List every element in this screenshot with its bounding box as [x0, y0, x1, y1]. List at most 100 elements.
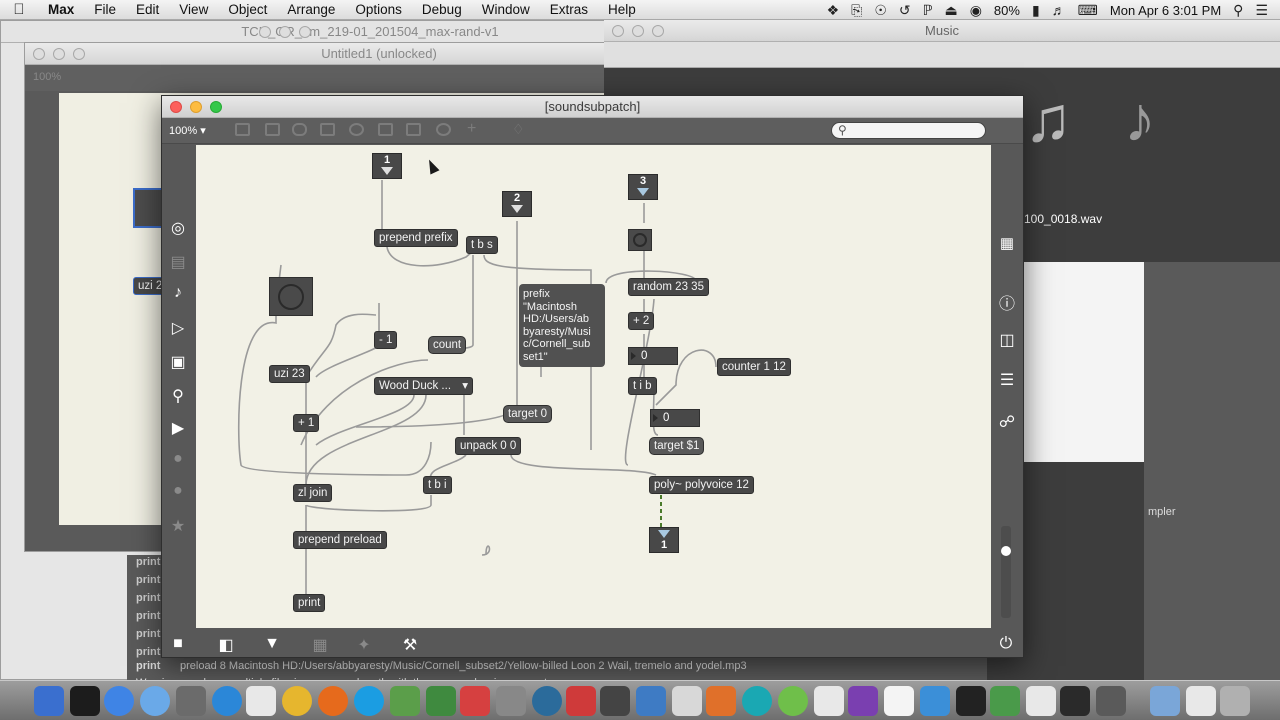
toggle-icon[interactable] — [320, 123, 335, 136]
debug-icon[interactable]: ✦ — [354, 635, 374, 655]
count-message[interactable]: count — [428, 336, 467, 354]
random-object[interactable]: random 23 35 — [628, 278, 709, 296]
untitled-zoom[interactable]: 100% — [33, 71, 61, 83]
photos-icon[interactable] — [390, 686, 420, 716]
plus-2-object[interactable]: + 2 — [628, 312, 655, 330]
omnifocus-icon[interactable] — [848, 686, 878, 716]
slider-icon[interactable] — [378, 123, 393, 136]
wrench-icon[interactable]: ⚒ — [400, 635, 420, 655]
comment-bubble-icon[interactable]: ▼ — [262, 635, 282, 653]
app-icon[interactable] — [778, 686, 808, 716]
untitled-bang[interactable] — [133, 188, 163, 228]
music-note-icon[interactable]: ♪ — [168, 284, 188, 302]
app-icon[interactable] — [1026, 686, 1056, 716]
patcher-canvas[interactable]: 1 2 3 prepend prefix t b s prefix "Macin… — [196, 145, 991, 628]
poly-polyvoice-object[interactable]: poly~ polyvoice 12 — [649, 476, 754, 494]
bluetooth-icon[interactable]: ℙ — [923, 2, 933, 19]
preview-icon[interactable] — [920, 686, 950, 716]
inlet-3[interactable]: 3 — [628, 174, 658, 200]
trigger-bang-int-object[interactable]: t b i — [423, 476, 452, 494]
menu-debug[interactable]: Debug — [412, 2, 472, 17]
arduino-icon[interactable] — [742, 686, 772, 716]
volume-icon[interactable]: ♬ — [1052, 2, 1066, 18]
columns-icon[interactable]: ◫ — [997, 330, 1017, 350]
accessibility-icon[interactable]: ☉ — [874, 2, 887, 19]
plug-icon[interactable]: ▶ — [168, 418, 188, 438]
presentation-icon[interactable]: ◧ — [216, 635, 236, 655]
app-icon[interactable] — [496, 686, 526, 716]
b-icon[interactable]: ● — [168, 482, 188, 500]
v-icon[interactable]: ● — [168, 450, 188, 468]
print-object[interactable]: print — [293, 594, 326, 612]
app-icon[interactable] — [566, 686, 596, 716]
app-icon[interactable] — [426, 686, 456, 716]
plus-1-object[interactable]: + 1 — [293, 414, 320, 432]
finder-icon[interactable] — [34, 686, 64, 716]
close-button[interactable] — [170, 101, 182, 113]
skype-icon[interactable] — [354, 686, 384, 716]
zl-join-object[interactable]: zl join — [293, 484, 333, 502]
unpack-object[interactable]: unpack 0 0 — [455, 437, 522, 455]
volume-slider-knob[interactable] — [1001, 546, 1011, 556]
terminal-icon[interactable] — [70, 686, 100, 716]
number-icon[interactable] — [265, 123, 280, 136]
clipboard-icon[interactable]: ⎘ — [851, 2, 862, 19]
menu-edit[interactable]: Edit — [126, 2, 169, 17]
prepend-preload-object[interactable]: prepend preload — [293, 531, 387, 549]
message-icon[interactable] — [406, 123, 421, 136]
safari-icon[interactable] — [140, 686, 170, 716]
bang-button-small[interactable] — [628, 229, 652, 251]
paperclip-icon[interactable]: ⚲ — [168, 386, 188, 406]
add-icon[interactable]: + — [467, 120, 476, 138]
menu-view[interactable]: View — [169, 2, 218, 17]
apple-menu-icon[interactable]:  — [0, 1, 38, 18]
music-file-label[interactable]: 100_0018.wav — [1024, 212, 1102, 226]
menu-app-max[interactable]: Max — [38, 2, 84, 17]
piano-icon[interactable] — [246, 686, 276, 716]
dial-icon[interactable] — [436, 123, 451, 136]
outlet-1[interactable]: 1 — [649, 527, 679, 553]
power-icon[interactable]: ⏻ — [996, 635, 1016, 653]
uzi-object[interactable]: uzi 23 — [269, 365, 310, 383]
firefox-icon[interactable] — [318, 686, 348, 716]
new-object-icon[interactable] — [235, 123, 250, 136]
time-machine-icon[interactable]: ↺ — [899, 2, 911, 19]
kindle-icon[interactable] — [1060, 686, 1090, 716]
app-icon[interactable] — [814, 686, 844, 716]
list-icon[interactable]: ☰ — [997, 370, 1017, 390]
menu-extras[interactable]: Extras — [540, 2, 598, 17]
patcher-titlebar[interactable]: [soundsubpatch] — [162, 96, 1023, 118]
app-icon[interactable] — [672, 686, 702, 716]
utilities-icon[interactable] — [176, 686, 206, 716]
menu-object[interactable]: Object — [218, 2, 277, 17]
internet-explorer-icon[interactable] — [212, 686, 242, 716]
star-icon[interactable]: ★ — [168, 516, 188, 536]
menu-file[interactable]: File — [84, 2, 126, 17]
app-icon[interactable] — [956, 686, 986, 716]
grid-icon[interactable]: ▦ — [997, 234, 1017, 252]
info-icon[interactable]: ⓘ — [997, 290, 1017, 314]
trash-icon[interactable] — [1220, 686, 1250, 716]
app-icon[interactable] — [706, 686, 736, 716]
menu-arrange[interactable]: Arrange — [277, 2, 345, 17]
notification-center-icon[interactable]: ☰ — [1255, 2, 1268, 19]
zoom-select[interactable]: 100% ▾ — [169, 124, 206, 137]
trigger-int-bang-object[interactable]: t i b — [628, 377, 657, 395]
app-icon[interactable] — [636, 686, 666, 716]
prefix-message[interactable]: prefix "Macintosh HD:/Users/ab byaresty/… — [519, 284, 605, 367]
calendar-icon[interactable] — [884, 686, 914, 716]
number-box-0a[interactable]: 0 — [628, 347, 678, 365]
clock[interactable]: Mon Apr 6 3:01 PM — [1110, 3, 1221, 18]
target-icon[interactable]: ◎ — [168, 218, 188, 238]
zoom-button[interactable] — [210, 101, 222, 113]
book-icon[interactable]: ☍ — [997, 412, 1017, 432]
comment-icon[interactable] — [292, 123, 307, 136]
bang-icon[interactable] — [349, 123, 364, 136]
target-0-message[interactable]: target 0 — [503, 405, 552, 423]
dropbox-icon[interactable]: ❖ — [827, 2, 840, 19]
chrome-icon[interactable] — [282, 686, 312, 716]
video-icon[interactable]: ▷ — [168, 318, 188, 338]
grid-snap-icon[interactable]: ▦ — [310, 635, 330, 655]
target-dollar-message[interactable]: target $1 — [649, 437, 705, 455]
bang-button-large[interactable] — [269, 277, 313, 316]
